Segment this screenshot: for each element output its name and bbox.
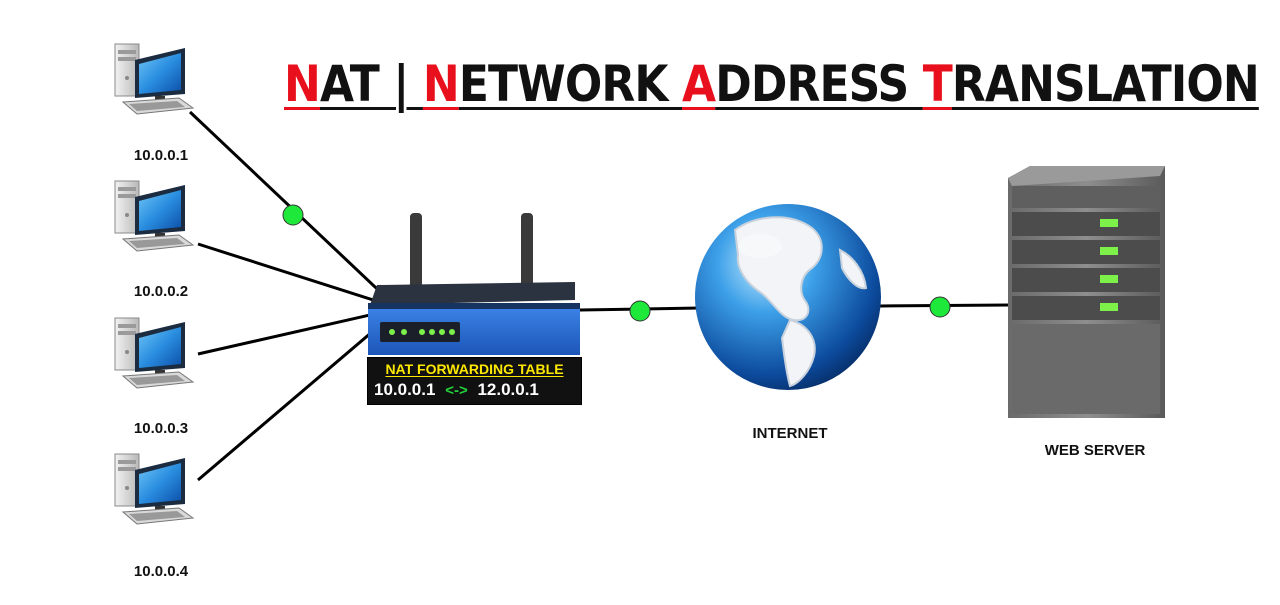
host-4-ip-label: 10.0.0.4 [133, 563, 189, 580]
host-3-ip-label: 10.0.0.3 [133, 420, 189, 437]
host-4-computer-icon [114, 453, 194, 525]
nat-table-title: NAT FORWARDING TABLE [385, 361, 564, 377]
host-2-computer-icon [114, 180, 194, 252]
globe-icon [695, 204, 881, 390]
host-1-computer-icon [114, 43, 194, 115]
links [188, 110, 1011, 482]
internet-label: INTERNET [752, 425, 828, 442]
host-2-ip-label: 10.0.0.2 [133, 283, 189, 300]
link-dot-router-internet [629, 300, 651, 322]
nat-table-mapping-row: 10.0.0.1 <-> 12.0.0.1 [368, 379, 581, 404]
link-dot-internet-server [929, 296, 951, 318]
link-host-4-router [197, 313, 393, 482]
nat-forwarding-table: NAT FORWARDING TABLE 10.0.0.1 <-> 12.0.0… [367, 357, 582, 405]
host-1-ip-label: 10.0.0.1 [133, 147, 189, 164]
nat-private-ip: 10.0.0.1 [374, 380, 436, 399]
nat-mapping-arrow: <-> [445, 382, 468, 399]
web-server-label: WEB SERVER [1044, 442, 1146, 459]
server-tower-icon [1008, 166, 1165, 418]
network-diagram [114, 43, 1165, 525]
link-host-3-router [197, 308, 393, 356]
router-icon [368, 213, 580, 355]
link-dot-host1 [282, 204, 304, 226]
nat-public-ip: 12.0.0.1 [477, 380, 539, 399]
host-3-computer-icon [114, 317, 194, 389]
